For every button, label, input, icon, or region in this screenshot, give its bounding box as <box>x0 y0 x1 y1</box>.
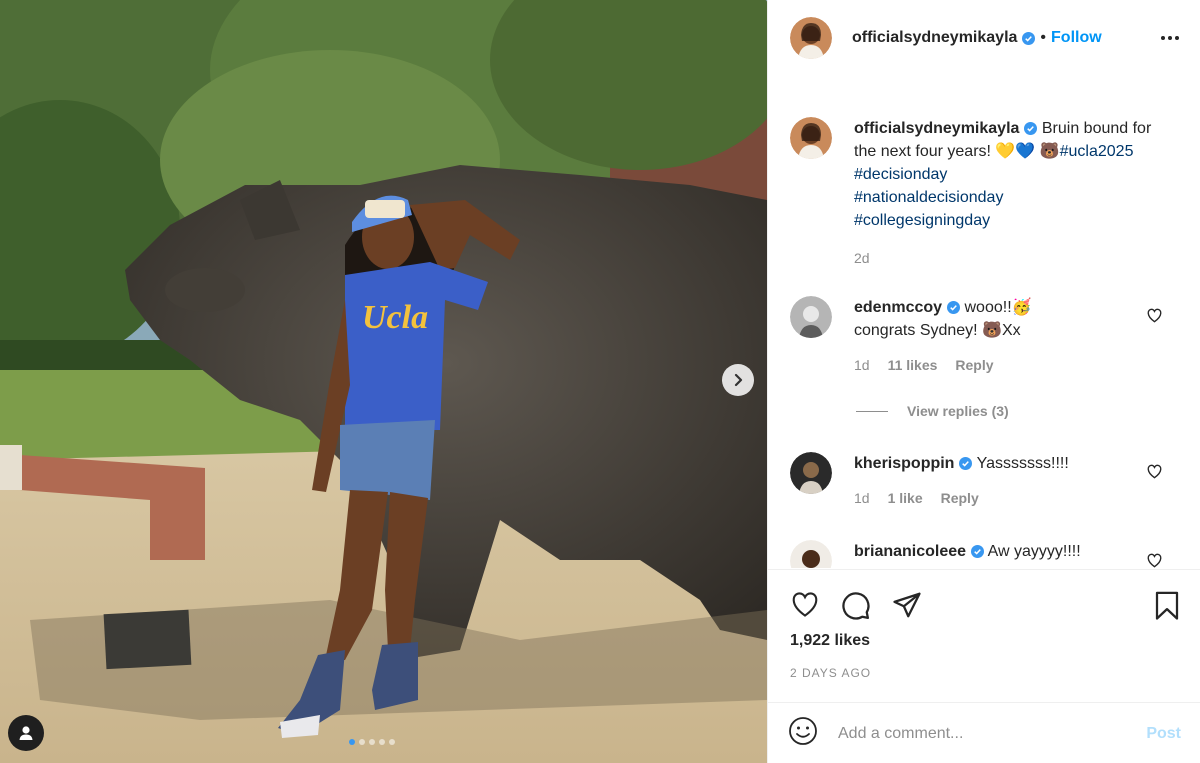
post-date[interactable]: 2 DAYS AGO <box>790 666 871 680</box>
replies-line <box>856 410 888 412</box>
comment-likes[interactable]: 1 like <box>888 487 923 510</box>
reply-button[interactable]: Reply <box>941 487 979 510</box>
carousel-dot <box>359 739 365 745</box>
photo-image: Ucla <box>0 0 767 763</box>
comment-item: briananicoleee Aw yayyyy!!!! <box>790 540 1185 568</box>
carousel-dot-active <box>349 739 355 745</box>
comment-button[interactable] <box>841 591 871 626</box>
post-caption: officialsydneymikayla Bruin bound for th… <box>790 117 1185 270</box>
carousel-dot <box>369 739 375 745</box>
comment-input[interactable] <box>838 724 1138 743</box>
comment-text: congrats Sydney! 🐻Xx <box>854 322 1021 339</box>
comment-text: Aw yayyyy!!!! <box>987 543 1081 560</box>
comment-like-heart-icon[interactable] <box>1146 464 1163 479</box>
comment-text: Yasssssss!!!! <box>976 455 1069 472</box>
tagged-users-button[interactable] <box>8 715 44 751</box>
comment-icon <box>842 592 870 620</box>
post-actions: 1,922 likes 2 DAYS AGO Post <box>768 569 1200 763</box>
share-button[interactable] <box>892 591 922 626</box>
follow-button[interactable]: Follow <box>1051 29 1102 47</box>
heart-icon <box>792 592 818 617</box>
comment-likes[interactable]: 11 likes <box>888 354 938 377</box>
caption-emoji: 🐻 <box>1039 143 1060 160</box>
commenter-username[interactable]: briananicoleee <box>854 543 966 560</box>
separator-dot: • <box>1040 29 1047 46</box>
comment-item: edenmccoy wooo!!🥳 congrats Sydney! 🐻Xx 1… <box>790 296 1185 377</box>
commenter-username[interactable]: kherispoppin <box>854 455 954 472</box>
caption-avatar[interactable] <box>790 117 832 159</box>
likes-count[interactable]: 1,922 likes <box>790 632 870 650</box>
hashtag-link[interactable]: #ucla2025 <box>1060 143 1134 160</box>
verified-icon <box>971 545 985 558</box>
author-avatar[interactable] <box>790 17 832 59</box>
hashtag-link[interactable]: #collegesigningday <box>854 212 990 229</box>
comment-text: wooo!!🥳 <box>964 299 1032 316</box>
comments-list[interactable]: edenmccoy wooo!!🥳 congrats Sydney! 🐻Xx 1… <box>768 290 1200 568</box>
more-icon[interactable] <box>1161 36 1179 40</box>
post-photo[interactable]: Ucla <box>0 0 767 763</box>
verified-icon <box>959 457 973 470</box>
commenter-avatar[interactable] <box>790 452 832 494</box>
next-photo-button[interactable] <box>722 364 754 396</box>
commenter-username[interactable]: edenmccoy <box>854 299 942 316</box>
emoji-icon <box>789 717 817 745</box>
emoji-button[interactable] <box>788 716 818 751</box>
author-username[interactable]: officialsydneymikayla <box>852 29 1017 47</box>
like-button[interactable] <box>790 591 820 626</box>
post-header: officialsydneymikayla • Follow <box>768 0 1200 76</box>
verified-icon <box>947 301 961 314</box>
carousel-indicator <box>349 739 395 745</box>
comment-like-heart-icon[interactable] <box>1146 553 1163 568</box>
caption-username[interactable]: officialsydneymikayla <box>854 120 1019 137</box>
share-icon <box>893 592 921 618</box>
view-replies-label: View replies (3) <box>907 403 1009 419</box>
hashtag-link[interactable]: #nationaldecisionday <box>854 189 1003 206</box>
hashtag-link[interactable]: #decisionday <box>854 166 947 183</box>
post-comment-button[interactable]: Post <box>1146 725 1181 743</box>
save-button[interactable] <box>1153 591 1181 626</box>
verified-icon <box>1022 31 1036 45</box>
reply-button[interactable]: Reply <box>955 354 993 377</box>
carousel-dot <box>379 739 385 745</box>
post-sidebar: officialsydneymikayla • Follow officials… <box>767 0 1200 763</box>
user-tag-icon <box>19 726 33 740</box>
view-replies-button[interactable]: View replies (3) <box>856 403 1009 419</box>
shirt-text: Ucla <box>362 299 428 336</box>
comment-time[interactable]: 1d <box>854 354 870 377</box>
commenter-avatar[interactable] <box>790 540 832 568</box>
bookmark-icon <box>1155 591 1179 620</box>
comment-time[interactable]: 1d <box>854 487 870 510</box>
verified-icon <box>1024 122 1038 135</box>
caption-time[interactable]: 2d <box>854 247 1164 270</box>
carousel-dot <box>389 739 395 745</box>
commenter-avatar[interactable] <box>790 296 832 338</box>
next-arrow-icon <box>734 373 743 387</box>
comment-like-heart-icon[interactable] <box>1146 308 1163 323</box>
comment-item: kherispoppin Yasssssss!!!! 1d 1 like Rep… <box>790 452 1185 510</box>
add-comment-bar: Post <box>768 702 1200 763</box>
